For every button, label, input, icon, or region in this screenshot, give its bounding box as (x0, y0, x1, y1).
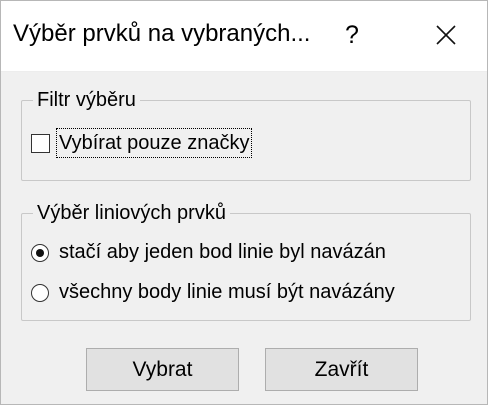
radio-button-one-point[interactable] (31, 244, 49, 262)
window-title: Výběr prvků na vybraných... (13, 20, 311, 47)
close-window-button[interactable] (422, 13, 470, 57)
help-button[interactable]: ? (331, 15, 373, 55)
line-elements-group-legend: Výběr liniových prvků (33, 201, 230, 225)
radio-button-all-points[interactable] (31, 284, 49, 302)
dialog-window: Výběr prvků na vybraných... ? Filtr výbě… (0, 0, 488, 405)
select-button[interactable]: Vybrat (86, 348, 239, 391)
close-icon (436, 25, 456, 45)
title-bar: Výběr prvků na vybraných... ? (1, 1, 487, 72)
radio-label-one-point[interactable]: stačí aby jeden bod linie byl navázán (59, 239, 386, 265)
filter-group-legend: Filtr výběru (33, 88, 140, 112)
line-elements-group: Výběr liniových prvků stačí aby jeden bo… (21, 201, 471, 321)
radio-selected-dot (36, 249, 44, 257)
close-button[interactable]: Zavřít (265, 348, 418, 391)
only-symbols-label[interactable]: Vybírat pouze značky (55, 128, 253, 158)
only-symbols-checkbox[interactable] (31, 134, 50, 153)
filter-group: Filtr výběru Vybírat pouze značky (21, 88, 471, 181)
radio-label-all-points[interactable]: všechny body linie musí být navázány (59, 279, 395, 305)
